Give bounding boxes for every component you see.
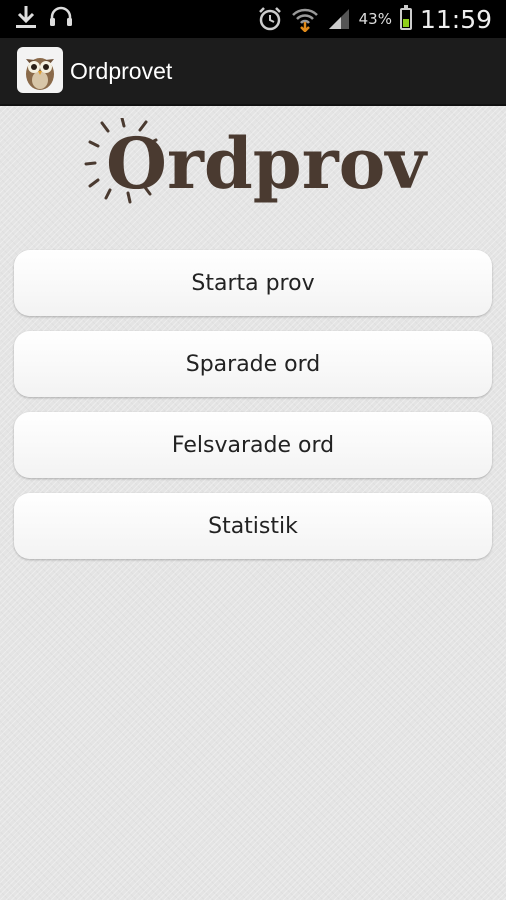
ordprov-logo: Ordprov <box>84 118 428 205</box>
wrong-answers-button[interactable]: Felsvarade ord <box>14 412 492 478</box>
saved-words-button[interactable]: Sparade ord <box>14 331 492 397</box>
signal-icon <box>328 9 349 29</box>
download-icon <box>16 6 36 28</box>
battery-percent: 43% <box>358 10 392 28</box>
start-test-button[interactable]: Starta prov <box>14 250 492 316</box>
status-right: 43% 11:59 <box>257 0 492 38</box>
main-menu: Starta prov Sparade ord Felsvarade ord S… <box>14 250 492 574</box>
alarm-icon <box>258 7 281 31</box>
status-left <box>14 4 74 30</box>
status-bar: 43% 11:59 <box>0 0 506 38</box>
action-bar: Ordprovet <box>0 38 506 106</box>
headset-icon <box>50 6 72 26</box>
wifi-icon <box>291 8 318 32</box>
battery-level-fill <box>402 19 409 27</box>
battery-icon <box>399 5 412 30</box>
clock: 11:59 <box>419 4 492 34</box>
statistics-button[interactable]: Statistik <box>14 493 492 559</box>
logo-text: Ordprov <box>106 122 428 205</box>
owl-icon[interactable] <box>17 47 63 93</box>
app-title: Ordprovet <box>70 58 173 84</box>
